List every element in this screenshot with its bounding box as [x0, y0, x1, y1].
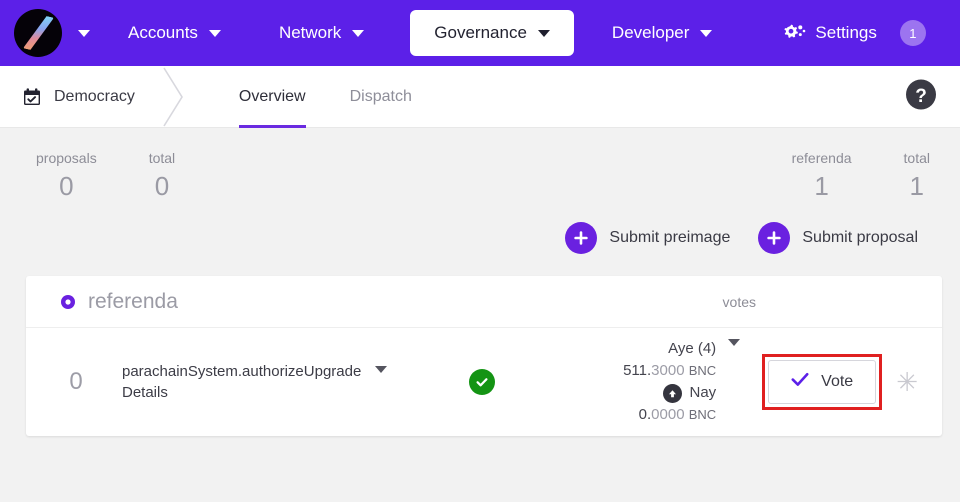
stat-referenda-total-label: total — [903, 150, 930, 166]
nav-item-accounts[interactable]: Accounts — [108, 10, 241, 56]
nav-item-settings-label: Settings — [815, 23, 877, 42]
arrow-up-circle-icon — [663, 383, 683, 403]
nav-item-developer-label: Developer — [611, 23, 690, 42]
tab-list: Overview Dispatch — [217, 66, 434, 128]
referenda-dot-icon — [60, 294, 76, 310]
stats-left-group: proposals 0 total 0 — [36, 146, 175, 202]
aye-amount: 511.3000 BNC — [623, 360, 716, 382]
nav-item-settings[interactable]: Settings 1 — [762, 10, 945, 56]
aye-amount-int: 511. — [623, 362, 652, 379]
plus-circle-icon-preimage — [565, 222, 598, 254]
referenda-card-header: referenda votes — [26, 276, 942, 328]
logo-slash-shape — [23, 15, 54, 51]
nav-item-network-label: Network — [278, 23, 342, 42]
vote-button-label: Vote — [821, 373, 854, 390]
stat-referenda: referenda 1 — [792, 146, 852, 202]
plus-circle-icon-proposal — [758, 222, 791, 254]
aye-line: Aye (4) — [623, 338, 716, 360]
check-icon — [791, 372, 809, 392]
submit-preimage-button[interactable]: Submit preimage — [565, 222, 730, 254]
check-circle-icon — [469, 369, 495, 395]
asterisk-icon[interactable]: ✳ — [896, 369, 918, 395]
row-votes: Aye (4) 511.3000 BNC Nay 0.0000 BNC — [623, 338, 744, 426]
chevron-down-icon-logo[interactable] — [78, 29, 90, 37]
svg-text:?: ? — [915, 86, 927, 107]
table-row: 0 parachainSystem.authorizeUpgrade Detai… — [26, 328, 942, 436]
stat-referenda-total-value: 1 — [909, 171, 924, 201]
tab-overview-label: Overview — [238, 87, 306, 105]
chevron-down-icon-votes[interactable] — [728, 339, 741, 364]
row-description[interactable]: parachainSystem.authorizeUpgrade Details — [122, 361, 422, 403]
row-status — [422, 369, 542, 395]
stat-proposals-value: 0 — [59, 171, 74, 201]
nay-amount-int: 0. — [638, 406, 652, 423]
submit-actions-row: Submit preimage Submit proposal — [0, 202, 960, 254]
row-index: 0 — [69, 368, 83, 395]
stat-proposals-total-value: 0 — [154, 171, 170, 201]
chevron-down-icon-governance — [537, 29, 550, 37]
stat-referenda-value: 1 — [814, 171, 829, 201]
stat-referenda-total: total 1 — [904, 146, 930, 202]
nay-amount: 0.0000 BNC — [623, 404, 717, 426]
aye-unit: BNC — [688, 363, 717, 378]
nav-item-accounts-label: Accounts — [128, 23, 198, 42]
referenda-card-title: referenda — [88, 289, 178, 313]
nay-label: Nay — [689, 384, 717, 401]
nav-item-governance-label: Governance — [434, 23, 527, 42]
stats-row: proposals 0 total 0 referenda 1 total 1 — [0, 128, 960, 202]
chevron-down-icon-row[interactable] — [375, 366, 388, 391]
nay-line: Nay — [623, 382, 716, 404]
top-navigation-bar: Accounts Network Governance Developer Se… — [0, 0, 960, 66]
aye-amount-frac: 3000 — [651, 362, 685, 379]
chevron-down-icon-developer — [700, 29, 713, 37]
row-proposal-name: parachainSystem.authorizeUpgrade — [122, 363, 362, 380]
submit-proposal-label: Submit proposal — [802, 229, 918, 246]
nav-item-governance[interactable]: Governance — [410, 10, 574, 56]
nay-unit: BNC — [688, 407, 717, 422]
tab-overview[interactable]: Overview — [217, 66, 328, 128]
referenda-card: referenda votes 0 parachainSystem.author… — [26, 276, 942, 436]
settings-badge: 1 — [899, 20, 926, 46]
submit-preimage-label: Submit preimage — [609, 229, 731, 246]
breadcrumb[interactable]: Democracy — [22, 87, 135, 107]
votes-column-header: votes — [722, 293, 756, 310]
sub-navigation-bar: Democracy Overview Dispatch ? — [0, 66, 960, 128]
nav-item-network[interactable]: Network — [259, 10, 384, 56]
stat-proposals-total-label: total — [148, 150, 176, 166]
gear-icon — [782, 23, 806, 43]
chevron-right-separator-icon — [153, 66, 195, 128]
calendar-check-icon — [22, 87, 42, 107]
stat-proposals-label: proposals — [36, 150, 97, 166]
vote-action-group: Vote ✳ — [762, 354, 922, 410]
vote-button-highlight: Vote — [762, 354, 883, 410]
chevron-down-icon-network — [352, 29, 365, 37]
stat-proposals: proposals 0 — [36, 146, 97, 202]
chevron-down-icon-accounts — [208, 29, 221, 37]
row-details-link[interactable]: Details — [122, 382, 361, 403]
bifrost-logo-icon[interactable] — [14, 9, 62, 57]
stat-referenda-label: referenda — [791, 150, 852, 166]
nay-amount-frac: 0000 — [651, 406, 685, 423]
aye-label: Aye (4) — [668, 340, 717, 357]
submit-proposal-button[interactable]: Submit proposal — [758, 222, 918, 254]
brand-logo-group[interactable] — [14, 9, 90, 57]
breadcrumb-label: Democracy — [54, 87, 135, 105]
vote-button[interactable]: Vote — [768, 360, 877, 404]
stat-proposals-total: total 0 — [149, 146, 175, 202]
nav-item-developer[interactable]: Developer — [592, 10, 733, 56]
help-circle-icon[interactable]: ? — [904, 77, 938, 116]
stats-right-group: referenda 1 total 1 — [792, 146, 930, 202]
tab-dispatch-label: Dispatch — [349, 87, 412, 105]
tab-dispatch[interactable]: Dispatch — [328, 66, 434, 128]
votes-summary: Aye (4) 511.3000 BNC Nay 0.0000 BNC — [623, 338, 716, 426]
